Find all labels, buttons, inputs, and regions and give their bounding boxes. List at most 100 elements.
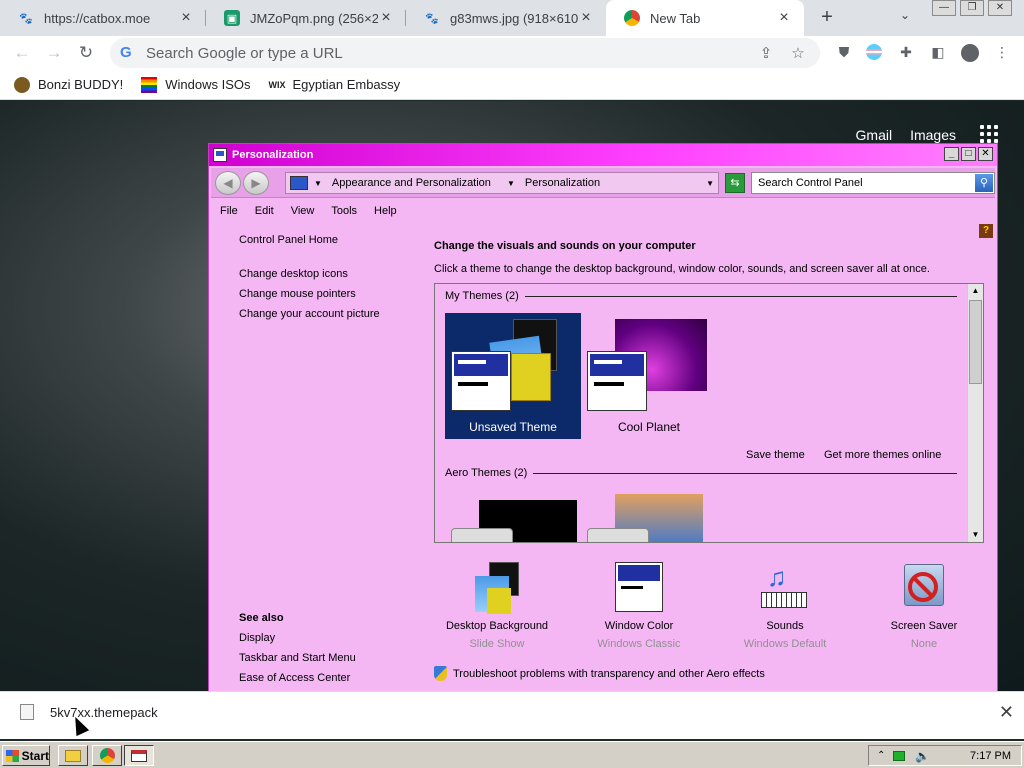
themes-list[interactable]: My Themes (2) Unsaved Theme Cool Planet … <box>434 283 984 543</box>
window-titlebar[interactable]: Personalization _ □ ✕ <box>209 144 997 166</box>
link-control-panel-home[interactable]: Control Panel Home <box>239 234 380 246</box>
restore-button[interactable]: ❐ <box>960 0 984 16</box>
link-change-mouse-pointers[interactable]: Change mouse pointers <box>239 288 380 300</box>
chevron-down-icon[interactable]: ⌄ <box>895 8 915 28</box>
window-color-item[interactable]: Window Color Windows Classic <box>574 562 704 650</box>
profile-avatar-icon[interactable] <box>960 44 980 62</box>
maximize-button[interactable]: □ <box>961 147 976 161</box>
chevron-down-icon[interactable]: ▼ <box>314 179 322 188</box>
new-tab-button[interactable]: + <box>815 6 839 30</box>
breadcrumb-appearance[interactable]: Appearance and Personalization <box>332 177 491 189</box>
start-button[interactable]: Start <box>2 745 50 766</box>
bookmark-label: Bonzi BUDDY! <box>38 77 124 92</box>
side-panel-icon[interactable]: ◧ <box>928 44 948 62</box>
screen-saver-item[interactable]: Screen Saver None <box>859 562 989 650</box>
chevron-down-icon[interactable]: ▼ <box>507 179 515 188</box>
refresh-icon[interactable]: ⇆ <box>725 173 745 193</box>
network-icon[interactable] <box>893 750 906 761</box>
bookmark-windows-isos[interactable]: Windows ISOs <box>141 76 251 93</box>
omnibox-input[interactable]: Search Google or type a URL <box>146 45 756 62</box>
menu-kebab-icon[interactable]: ⋮ <box>992 44 1012 62</box>
back-button[interactable]: ← <box>10 41 34 65</box>
link-display[interactable]: Display <box>239 632 356 644</box>
minimize-button[interactable]: — <box>932 0 956 16</box>
scroll-up-icon[interactable]: ▲ <box>968 284 983 298</box>
menu-help[interactable]: Help <box>374 205 397 217</box>
volume-icon[interactable]: 🔈 <box>915 749 930 763</box>
extensions-puzzle-icon[interactable]: ✚ <box>896 44 916 62</box>
link-taskbar-start-menu[interactable]: Taskbar and Start Menu <box>239 652 356 664</box>
theme-cool-planet[interactable]: Cool Planet <box>581 313 717 439</box>
help-icon[interactable]: ? <box>979 224 993 238</box>
component-label: Sounds <box>766 620 804 632</box>
tab-jmzopqm[interactable]: ▣ JMZoPqm.png (256×256) × <box>206 0 406 36</box>
minimize-button[interactable]: _ <box>944 147 959 161</box>
reload-button[interactable]: ↻ <box>74 41 98 65</box>
chrome-icon <box>624 10 640 26</box>
address-bar: ◀ ▶ ▼ Appearance and Personalization ▼ P… <box>211 168 995 198</box>
component-value: Windows Default <box>743 638 827 650</box>
bookmark-egyptian-embassy[interactable]: WIX Egyptian Embassy <box>269 77 401 93</box>
component-label: Screen Saver <box>890 620 958 632</box>
window-preview <box>587 351 647 411</box>
taskbar-personalization[interactable] <box>124 745 154 766</box>
vertical-scrollbar[interactable]: ▲ ▼ <box>967 284 983 542</box>
scroll-thumb[interactable] <box>969 300 982 384</box>
bookmark-bonzi[interactable]: Bonzi BUDDY! <box>14 76 124 93</box>
menu-view[interactable]: View <box>291 205 315 217</box>
nav-buttons: ◀ ▶ <box>215 171 271 195</box>
troubleshoot-link[interactable]: Troubleshoot problems with transparency … <box>434 666 765 681</box>
link-change-desktop-icons[interactable]: Change desktop icons <box>239 268 380 280</box>
desktop-background-icon <box>471 562 523 614</box>
clock[interactable]: 7:17 PM <box>970 750 1011 762</box>
chevron-down-icon[interactable]: ▼ <box>706 179 714 188</box>
close-tab-icon[interactable]: × <box>178 9 194 27</box>
image-favicon-icon: ▣ <box>224 10 240 26</box>
quicklaunch-folder[interactable] <box>58 745 88 766</box>
close-button[interactable]: ✕ <box>988 0 1012 16</box>
back-button[interactable]: ◀ <box>215 171 241 195</box>
menu-tools[interactable]: Tools <box>331 205 357 217</box>
taskbar-chrome[interactable] <box>92 745 122 766</box>
google-apps-icon[interactable] <box>980 125 998 143</box>
menu-bar: File Edit View Tools Help <box>211 200 995 222</box>
rainbow-flag-icon <box>141 76 158 93</box>
get-more-themes-link[interactable]: Get more themes online <box>824 449 941 461</box>
image-favicon-icon: 🐾 <box>425 12 439 25</box>
start-label: Start <box>21 748 49 763</box>
breadcrumb-personalization[interactable]: Personalization <box>525 177 600 189</box>
extension-flag-icon[interactable] <box>864 44 884 62</box>
close-button[interactable]: ✕ <box>978 147 993 161</box>
tab-new-tab[interactable]: New Tab × <box>606 0 804 36</box>
tab-catbox[interactable]: 🐾 https://catbox.moe × <box>0 0 206 36</box>
gmail-link[interactable]: Gmail <box>856 127 893 143</box>
download-shelf: 5kv7xx.themepack ✕ <box>0 691 1024 739</box>
close-tab-icon[interactable]: × <box>776 9 792 27</box>
link-ease-of-access[interactable]: Ease of Access Center <box>239 672 356 684</box>
scroll-down-icon[interactable]: ▼ <box>968 528 983 542</box>
search-input[interactable]: Search Control Panel ⚲ <box>751 172 995 194</box>
bookmark-star-icon[interactable]: ☆ <box>788 44 808 62</box>
breadcrumb[interactable]: ▼ Appearance and Personalization ▼ Perso… <box>285 172 719 194</box>
search-icon[interactable]: ⚲ <box>975 174 993 192</box>
theme-unsaved[interactable]: Unsaved Theme <box>445 313 581 439</box>
desktop-background-item[interactable]: Desktop Background Slide Show <box>432 562 562 650</box>
close-tab-icon[interactable]: × <box>578 9 594 27</box>
forward-button[interactable]: → <box>42 41 66 65</box>
tab-g83mws[interactable]: 🐾 g83mws.jpg (918×610) × <box>406 0 606 36</box>
tab-title: JMZoPqm.png (256×256) <box>250 10 378 26</box>
sounds-item[interactable]: ♫ Sounds Windows Default <box>720 562 850 650</box>
menu-edit[interactable]: Edit <box>255 205 274 217</box>
ublock-icon[interactable]: ⛊ <box>834 44 854 62</box>
menu-file[interactable]: File <box>220 205 238 217</box>
close-tab-icon[interactable]: × <box>378 9 394 27</box>
download-item[interactable]: 5kv7xx.themepack <box>20 704 158 720</box>
omnibox[interactable]: G Search Google or type a URL ⇪ ☆ <box>110 38 820 68</box>
images-link[interactable]: Images <box>910 127 956 143</box>
share-icon[interactable]: ⇪ <box>756 44 776 62</box>
close-icon[interactable]: ✕ <box>999 702 1014 723</box>
save-theme-link[interactable]: Save theme <box>746 449 805 461</box>
chevron-up-icon[interactable]: ⌃ <box>877 750 885 761</box>
forward-button[interactable]: ▶ <box>243 171 269 195</box>
link-change-account-picture[interactable]: Change your account picture <box>239 308 380 320</box>
